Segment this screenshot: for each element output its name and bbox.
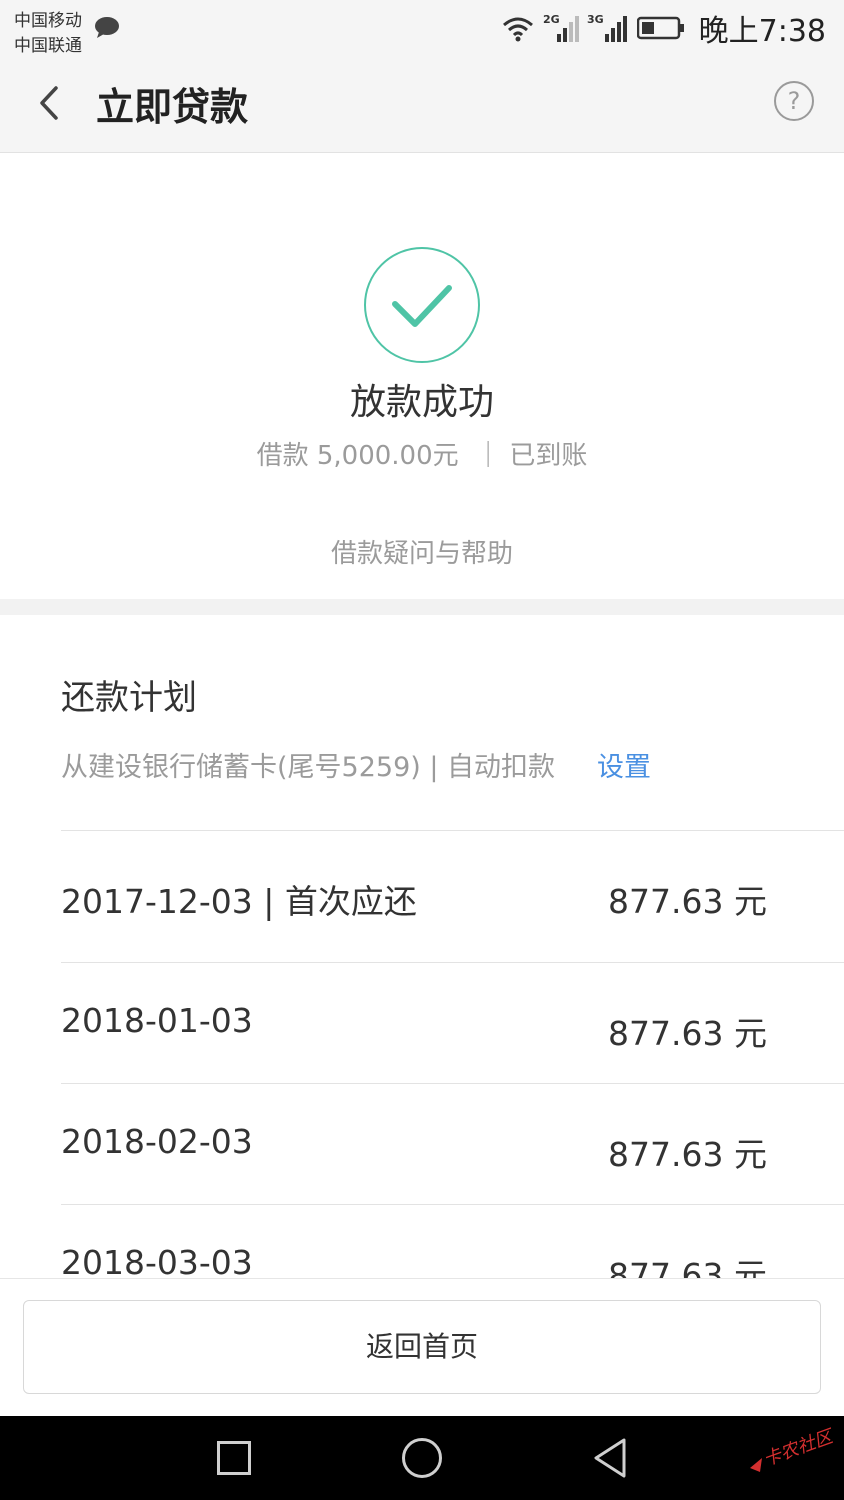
nav-back-icon[interactable] <box>590 1436 630 1480</box>
loan-result-panel: 放款成功 借款 5,000.00元 ｜ 已到账 借款疑问与帮助 <box>0 153 844 599</box>
battery-icon <box>636 16 684 40</box>
clock: 晚上7:38 <box>698 14 826 49</box>
repayment-row: 2017-12-03 | 首次应还 877.63 元 <box>61 830 844 962</box>
repayment-list: 2017-12-03 | 首次应还 877.63 元 2018-01-03 87… <box>61 830 844 1278</box>
page-title: 立即贷款 <box>96 85 249 129</box>
repayment-amount: 877.63 元 <box>608 1256 767 1278</box>
repayment-date: 2017-12-03 | 首次应还 <box>61 882 417 921</box>
repayment-date: 2018-01-03 <box>61 1001 253 1040</box>
system-nav-bar <box>0 1416 844 1500</box>
help-icon[interactable]: ? <box>774 81 814 121</box>
carrier-2-label: 中国联通 <box>14 36 82 56</box>
success-check-icon <box>364 247 480 363</box>
carrier-1-label: 中国移动 <box>14 11 82 31</box>
section-divider <box>0 599 844 615</box>
repayment-amount: 877.63 元 <box>608 1014 767 1053</box>
chat-bubble-icon <box>95 17 119 38</box>
plan-setting-link[interactable]: 设置 <box>597 745 651 784</box>
loan-help-link[interactable]: 借款疑问与帮助 <box>0 533 844 570</box>
result-subtitle: 借款 5,000.00元 ｜ 已到账 <box>256 441 588 471</box>
bottom-action-bar: 返回首页 <box>0 1278 844 1416</box>
home-icon[interactable] <box>402 1438 442 1478</box>
plan-title: 还款计划 <box>61 678 197 718</box>
watermark-text: 卡农社区 <box>761 1425 839 1470</box>
repayment-date: 2018-02-03 <box>61 1122 253 1161</box>
watermark-logo: 卡农社区 <box>750 1425 839 1472</box>
result-title: 放款成功 <box>349 382 494 423</box>
back-arrow-icon[interactable] <box>30 78 70 128</box>
repayment-row: 2018-03-03 877.63 元 <box>61 1204 844 1278</box>
status-icons: 2G 3G 晚上7:38 <box>501 8 826 49</box>
signal-1-label: 2G <box>543 13 560 26</box>
recent-apps-icon[interactable] <box>217 1441 251 1475</box>
plan-description: 从建设银行储蓄卡(尾号5259) | 自动扣款 <box>61 752 556 783</box>
repayment-amount: 877.63 元 <box>608 1135 767 1174</box>
signal-2-label: 3G <box>587 13 604 26</box>
status-bar: 中国移动 中国联通 2G 3G 晚上7:38 <box>0 0 844 56</box>
signal-3g-icon: 3G <box>587 13 627 42</box>
wifi-icon <box>502 17 533 42</box>
repayment-amount: 877.63 元 <box>608 882 767 921</box>
app-header: 立即贷款 ? <box>0 56 844 153</box>
repayment-date: 2018-03-03 <box>61 1243 253 1278</box>
signal-2g-icon: 2G <box>543 13 579 42</box>
repayment-plan-panel: 还款计划 从建设银行储蓄卡(尾号5259) | 自动扣款 设置 2017-12-… <box>0 615 844 1278</box>
return-home-button[interactable]: 返回首页 <box>23 1300 821 1394</box>
repayment-row: 2018-01-03 877.63 元 <box>61 962 844 1083</box>
repayment-row: 2018-02-03 877.63 元 <box>61 1083 844 1204</box>
